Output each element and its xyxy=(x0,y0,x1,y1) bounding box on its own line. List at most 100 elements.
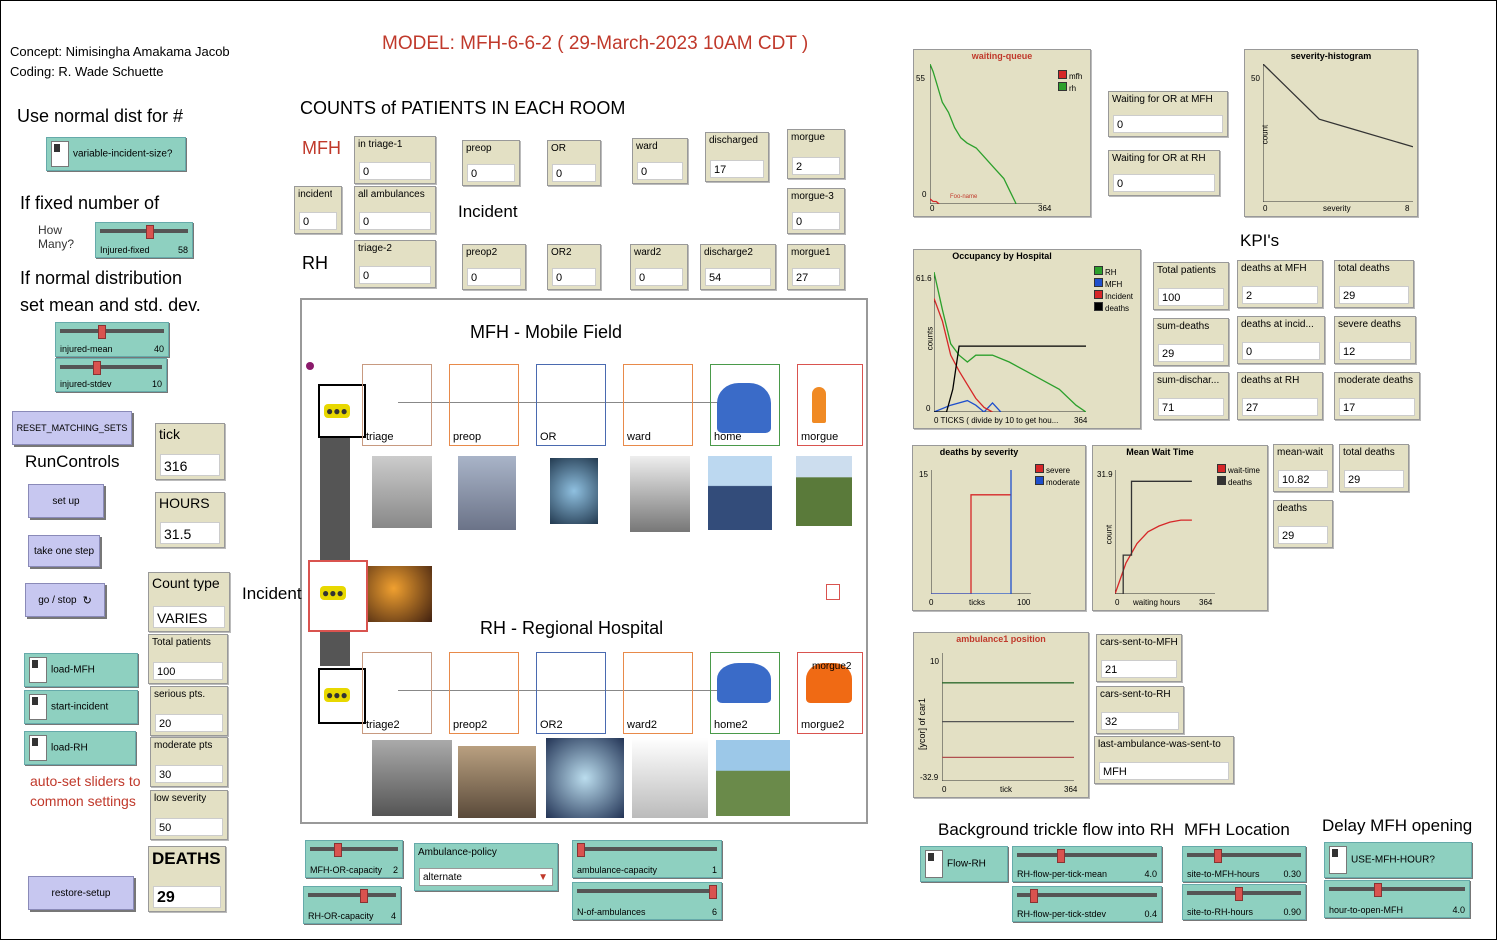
slider-value: 0.90 xyxy=(1283,907,1301,917)
reset-matching-sets-button[interactable]: RESET_MATCHING_SETS xyxy=(12,411,132,445)
total-patients-monitor: Total patients 100 xyxy=(148,634,228,684)
use-mfh-hour-switch[interactable]: USE-MFH-HOUR? xyxy=(1324,842,1472,878)
legend-item: severe xyxy=(1035,464,1080,476)
ambulance-policy-chooser[interactable]: Ambulance-policy alternate ▼ xyxy=(414,843,558,891)
monitor-value: 0 xyxy=(552,164,596,182)
legend: wait-time deaths xyxy=(1217,464,1260,488)
go-stop-button[interactable]: go / stop ↻ xyxy=(25,583,105,617)
slider-value: 6 xyxy=(711,907,717,917)
x-tick-max: 8 xyxy=(1405,204,1410,213)
switch-label: load-RH xyxy=(51,742,88,754)
monitor-label: tick xyxy=(159,426,180,442)
legend-label: Incident xyxy=(1105,292,1134,301)
slider-value: 10 xyxy=(151,379,162,389)
take-one-step-button[interactable]: take one step xyxy=(28,535,100,567)
monitor-value: 29 xyxy=(1344,470,1404,488)
site-to-rh-slider[interactable]: site-to-RH-hours 0.90 xyxy=(1182,884,1306,920)
low-severity-monitor: low severity 50 xyxy=(150,790,228,840)
room-label: ward2 xyxy=(627,719,657,731)
series-note: Foo-name xyxy=(950,194,978,200)
load-rh-switch[interactable]: load-RH xyxy=(24,731,136,765)
chooser-value: alternate xyxy=(423,872,462,883)
room-label: triage xyxy=(366,431,394,443)
in-triage-1-monitor: in triage-1 0 xyxy=(354,136,436,184)
monitor-value: 100 xyxy=(1158,288,1224,306)
mfh-or-capacity-slider[interactable]: MFH-OR-capacity 2 xyxy=(305,840,403,878)
chooser-value-box[interactable]: alternate ▼ xyxy=(419,868,553,886)
room-morgue2: morgue2 morgue2 xyxy=(797,652,863,734)
deaths-by-severity-plot: deaths by severity 15 0 ticks 100 severe… xyxy=(912,445,1086,611)
flow-rh-switch[interactable]: Flow-RH xyxy=(920,846,1008,882)
cars-sent-mfh-monitor: cars-sent-to-MFH 21 xyxy=(1096,634,1182,682)
hours-monitor: HOURS 31.5 xyxy=(155,492,225,548)
legend-item: Incident xyxy=(1094,290,1133,302)
toggle-icon xyxy=(29,694,47,720)
room-triage: triage xyxy=(362,364,432,446)
setup-button[interactable]: set up xyxy=(28,484,104,518)
y-tick-max: 61.6 xyxy=(916,274,932,283)
slider-value: 40 xyxy=(153,344,164,354)
or2-monitor: OR2 0 xyxy=(547,244,601,290)
site-to-mfh-slider[interactable]: site-to-MFH-hours 0.30 xyxy=(1182,846,1306,882)
load-mfh-switch[interactable]: load-MFH xyxy=(24,653,138,687)
injured-fixed-slider[interactable]: Injured-fixed 58 xyxy=(95,222,193,258)
monitor-label: preop2 xyxy=(466,247,498,258)
monitor-value: 54 xyxy=(705,268,771,286)
kpi-total-deaths: total deaths 29 xyxy=(1334,260,1414,308)
slider-value: 4.0 xyxy=(1452,905,1465,915)
monitor-label: total deaths xyxy=(1343,447,1395,458)
monitor-label: moderate pts xyxy=(154,740,213,751)
rh-flow-stdev-slider[interactable]: RH-flow-per-tick-stdev 0.4 xyxy=(1012,886,1162,922)
run-controls-label: RunControls xyxy=(25,452,120,471)
cars-sent-rh-monitor: cars-sent-to-RH 32 xyxy=(1096,686,1184,734)
variable-incident-size-switch[interactable]: variable-incident-size? xyxy=(46,137,186,171)
y-tick-min: 0 xyxy=(926,404,931,413)
hour-to-open-mfh-slider[interactable]: hour-to-open-MFH 4.0 xyxy=(1324,880,1470,918)
ambulance-capacity-slider[interactable]: ambulance-capacity 1 xyxy=(572,840,722,878)
ambulance-box-rh: ●●● xyxy=(318,668,366,724)
n-of-ambulances-slider[interactable]: N-of-ambulances 6 xyxy=(572,882,722,920)
toggle-icon xyxy=(925,850,943,878)
how-many-label: How Many? xyxy=(38,223,75,251)
waiting-queue-plot: waiting-queue 55 0 0 364 Foo-name mfh rh xyxy=(913,49,1091,217)
surgery-photo xyxy=(550,458,598,524)
monitor-value: 0 xyxy=(1113,174,1215,192)
home-photo xyxy=(708,456,772,530)
rh-flow-mean-slider[interactable]: RH-flow-per-tick-mean 4.0 xyxy=(1012,846,1162,882)
discharge2-monitor: discharge2 54 xyxy=(700,244,776,290)
monitor-value: 17 xyxy=(710,160,764,178)
restore-setup-button[interactable]: restore-setup xyxy=(28,876,134,910)
total-deaths-2-monitor: total deaths 29 xyxy=(1339,444,1409,492)
injured-stdev-slider[interactable]: injured-stdev 10 xyxy=(55,358,167,392)
people-crowd-icon xyxy=(717,383,771,433)
room-morgue: morgue xyxy=(797,364,863,446)
slider-label: ambulance-capacity xyxy=(577,865,658,875)
preop2-photo xyxy=(458,746,536,818)
legend-item: moderate xyxy=(1035,476,1080,488)
deaths-monitor: DEATHS 29 xyxy=(148,846,226,912)
delay-mfh-title: Delay MFH opening xyxy=(1322,816,1473,835)
kpi-title: KPI's xyxy=(1240,231,1280,250)
use-normal-label: Use normal dist for # xyxy=(17,106,184,126)
plot-area xyxy=(930,64,1042,204)
room-or: OR xyxy=(536,364,606,446)
monitor-label: cars-sent-to-MFH xyxy=(1100,637,1178,648)
monitor-label: moderate deaths xyxy=(1338,375,1414,386)
if-normal-label-1: If normal distribution xyxy=(20,268,183,288)
rh-or-capacity-slider[interactable]: RH-OR-capacity 4 xyxy=(303,886,401,924)
y-tick-min: -32.9 xyxy=(920,773,939,782)
monitor-value: 0 xyxy=(635,268,683,286)
ward-monitor: ward 0 xyxy=(632,138,688,184)
room-or2: OR2 xyxy=(536,652,606,734)
mean-wait-monitor: mean-wait 10.82 xyxy=(1273,444,1333,492)
monitor-value: 0 xyxy=(552,268,596,286)
ward2-photo xyxy=(632,738,708,818)
switch-label: Flow-RH xyxy=(947,858,986,870)
preop-monitor: preop 0 xyxy=(462,140,520,186)
monitor-value: 0 xyxy=(359,212,431,230)
world-view[interactable]: MFH - Mobile Field RH - Regional Hospita… xyxy=(242,298,868,824)
kpi-sum-discharged: sum-dischar... 71 xyxy=(1153,372,1229,420)
start-incident-switch[interactable]: start-incident xyxy=(24,690,138,724)
legend-item: rh xyxy=(1058,82,1082,94)
injured-mean-slider[interactable]: injured-mean 40 xyxy=(55,322,169,357)
